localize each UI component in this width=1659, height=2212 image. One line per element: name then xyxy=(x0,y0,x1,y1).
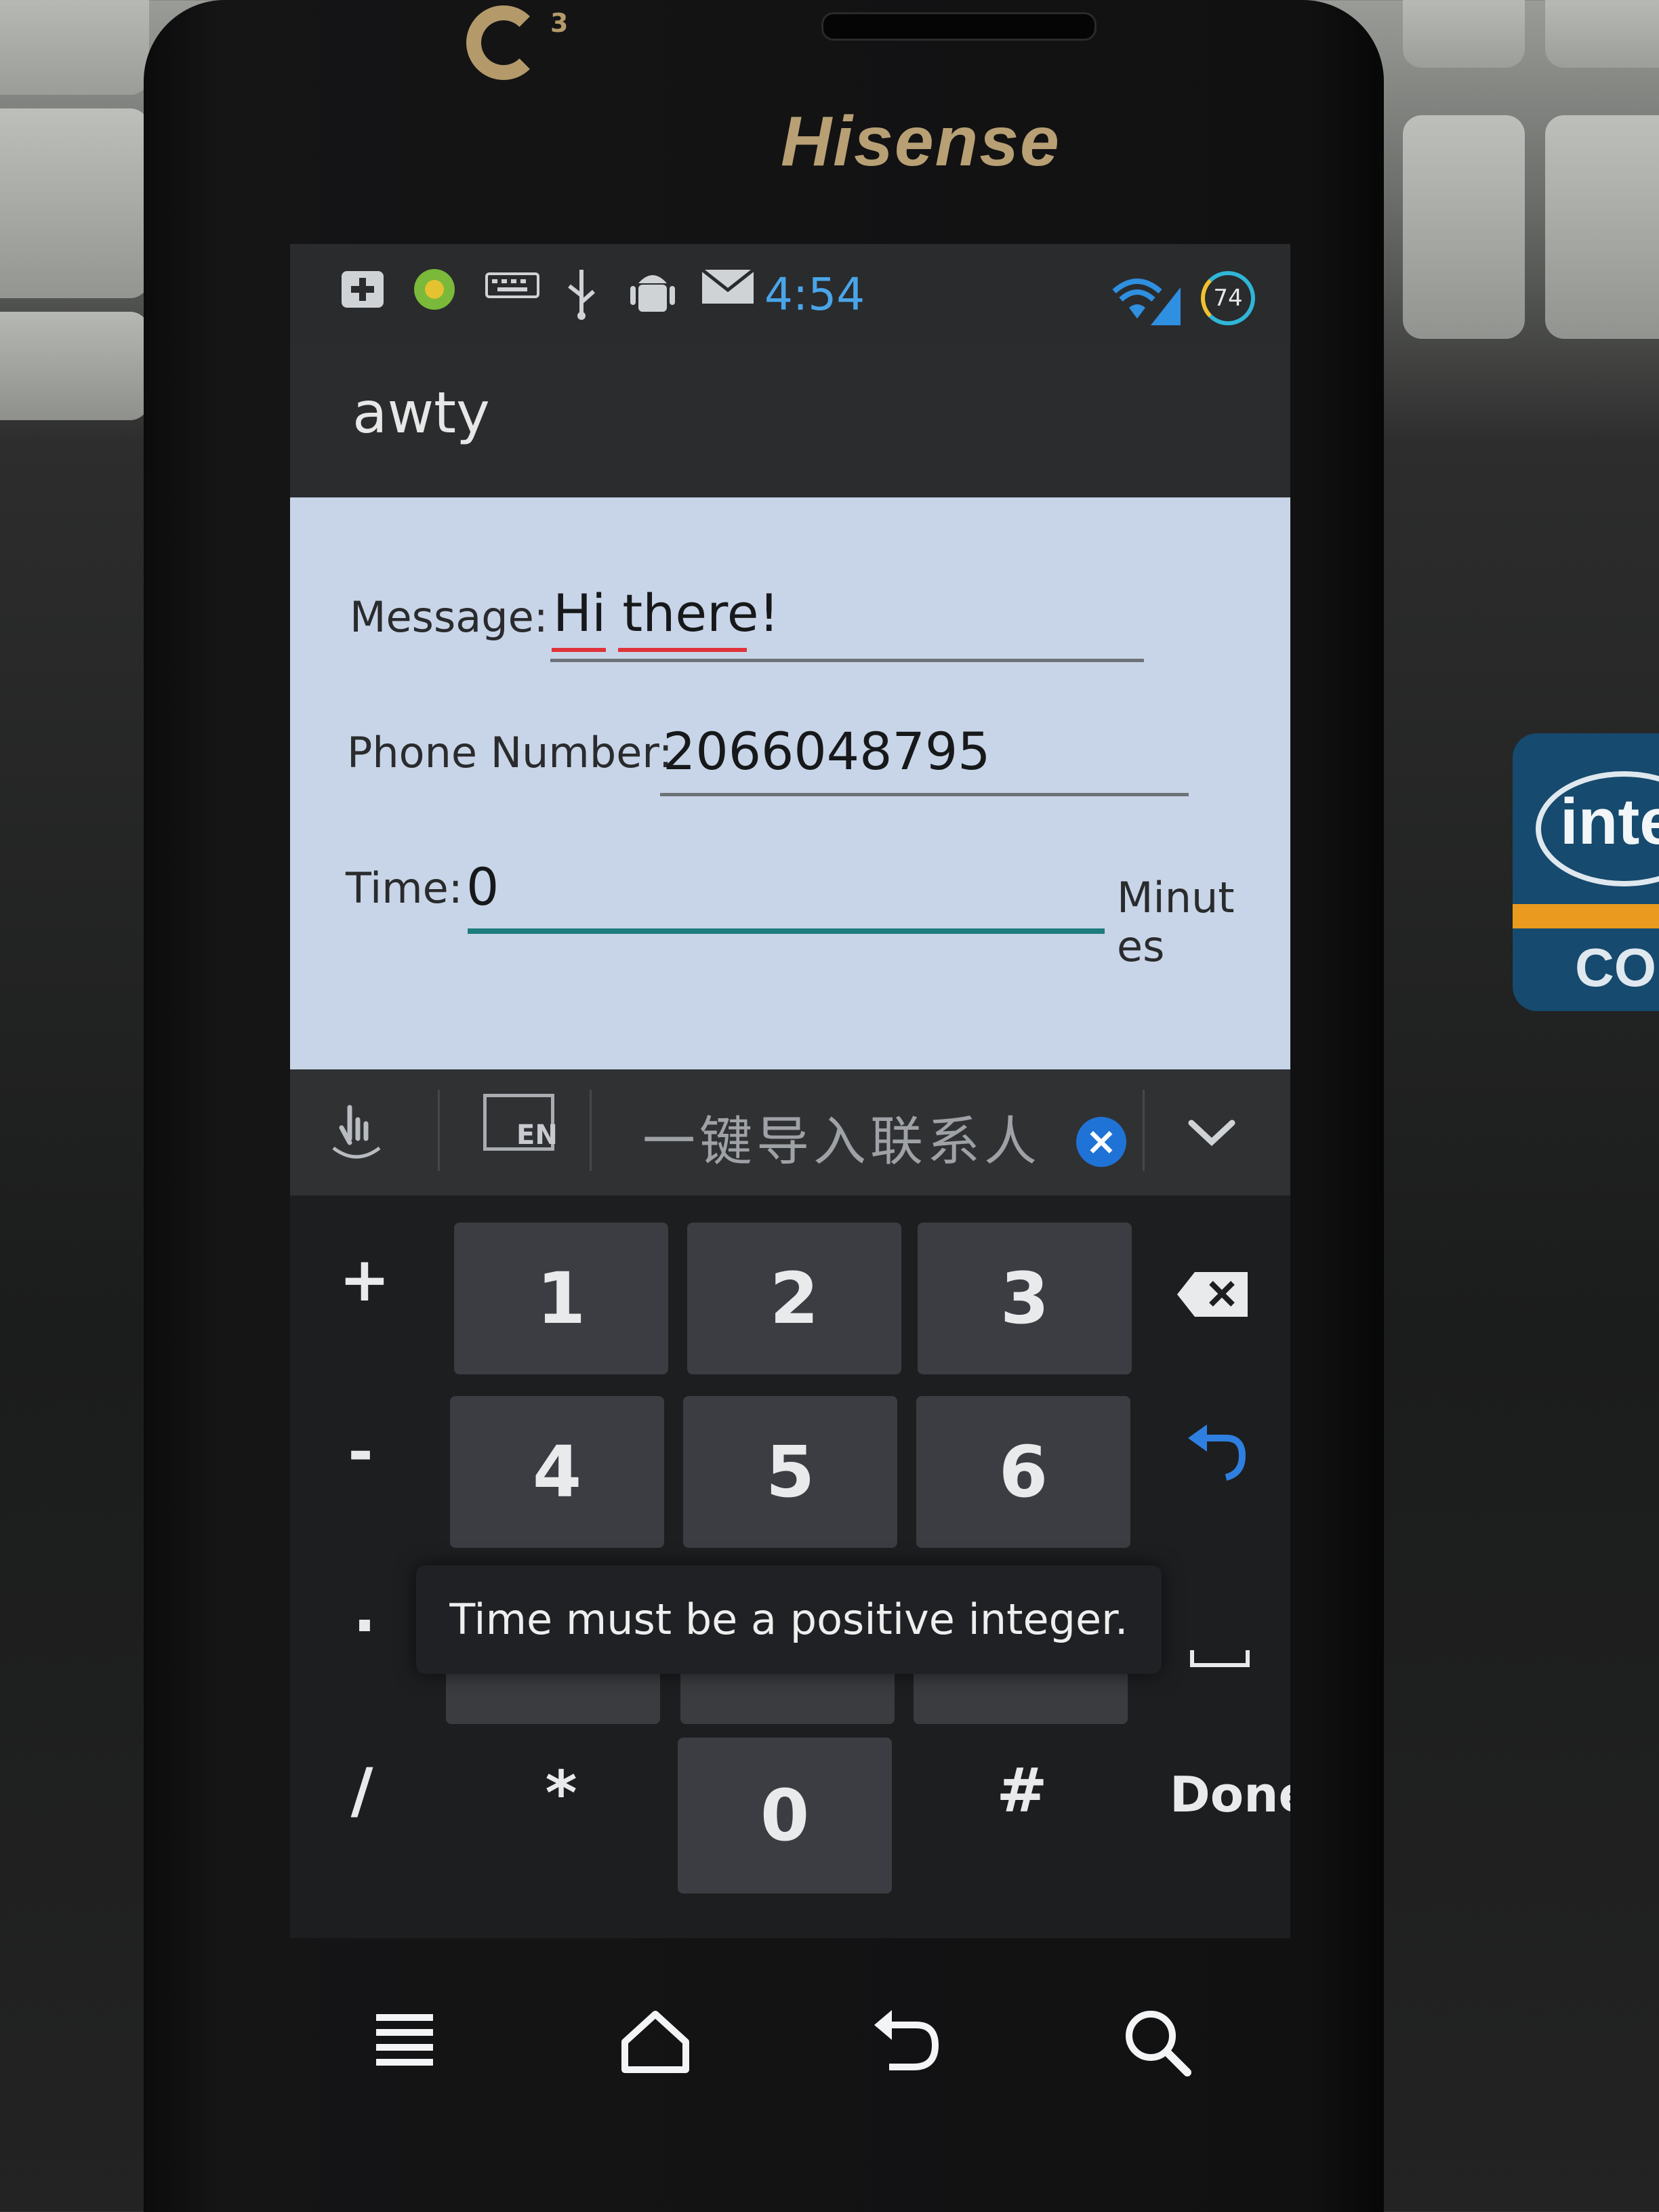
message-input[interactable]: Hi there! xyxy=(553,583,779,643)
background-keycap xyxy=(1545,0,1659,68)
spellcheck-underline xyxy=(552,648,606,652)
intel-bar xyxy=(1513,904,1659,928)
message-label: Message: xyxy=(350,592,548,642)
handwriting-icon[interactable] xyxy=(323,1101,390,1182)
error-toast: Time must be a positive integer. xyxy=(416,1565,1162,1674)
background-keycap xyxy=(0,108,149,298)
app-title-bar: awty xyxy=(290,344,1290,497)
phone-number-input-underline xyxy=(660,793,1189,796)
space-icon[interactable] xyxy=(1186,1616,1254,1687)
time-input-underline xyxy=(468,928,1105,934)
battery-icon: 74 xyxy=(1201,271,1255,325)
background-keycap xyxy=(0,312,149,420)
back-icon[interactable] xyxy=(869,2005,943,2079)
intel-core: COR xyxy=(1575,937,1659,998)
carrier-logo-sup: 3 xyxy=(550,8,569,38)
key-3[interactable]: 3 xyxy=(918,1223,1132,1374)
ime-separator xyxy=(590,1090,592,1171)
background-keycap xyxy=(1403,0,1525,68)
background-keycap xyxy=(1403,115,1525,339)
backspace-icon[interactable] xyxy=(1172,1262,1254,1333)
phone-number-label: Phone Number: xyxy=(347,728,673,777)
close-suggestion-icon[interactable]: × xyxy=(1076,1117,1126,1167)
hardware-nav-bar xyxy=(144,1930,1384,2133)
brand-logo: Hisense xyxy=(781,102,1061,181)
message-input-underline xyxy=(550,659,1144,662)
background-keycap xyxy=(0,0,149,95)
key-5[interactable]: 5 xyxy=(683,1396,897,1548)
usb-icon xyxy=(561,266,602,333)
key-0[interactable]: 0 xyxy=(678,1738,892,1893)
menu-icon[interactable] xyxy=(367,2005,442,2079)
cell-signal-icon xyxy=(1151,287,1181,325)
ime-toolbar: EN 一键导入联系人 × xyxy=(290,1069,1290,1197)
spellcheck-underline xyxy=(618,648,747,652)
key-2[interactable]: 2 xyxy=(687,1223,901,1374)
key-4[interactable]: 4 xyxy=(450,1396,664,1548)
key-1[interactable]: 1 xyxy=(454,1223,668,1374)
status-bar: 4:54 74 xyxy=(290,244,1290,344)
ime-separator xyxy=(438,1090,440,1171)
dot-key[interactable]: . xyxy=(317,1575,412,1646)
done-button[interactable]: Done xyxy=(1170,1766,1290,1823)
wifi-icon xyxy=(1110,274,1185,328)
earpiece-speaker xyxy=(821,12,1097,41)
ime-separator xyxy=(1143,1090,1145,1171)
plus-key[interactable]: + xyxy=(317,1244,412,1315)
android-debug-icon xyxy=(629,266,676,333)
mail-icon xyxy=(701,266,755,320)
status-time: 4:54 xyxy=(764,268,865,321)
key-6[interactable]: 6 xyxy=(916,1396,1130,1548)
time-label: Time: xyxy=(346,863,463,913)
chevron-down-icon[interactable] xyxy=(1185,1107,1239,1164)
home-icon[interactable] xyxy=(618,2005,693,2079)
slash-key[interactable]: / xyxy=(314,1755,409,1826)
lang-switch-icon[interactable]: EN xyxy=(483,1094,558,1151)
time-input[interactable]: 0 xyxy=(466,857,499,917)
search-icon[interactable] xyxy=(1120,2005,1194,2079)
phone-number-input[interactable]: 2066048795 xyxy=(663,721,991,781)
minus-key[interactable]: - xyxy=(313,1416,408,1488)
star-key[interactable]: * xyxy=(514,1758,609,1829)
add-notification-icon xyxy=(339,266,386,327)
minutes-label-line1: Minut xyxy=(1117,873,1235,922)
form-area: Message: Hi there! Phone Number: 2066048… xyxy=(290,497,1290,1069)
carrier-logo-icon xyxy=(466,5,541,80)
hash-key[interactable]: # xyxy=(975,1755,1069,1826)
keyboard-icon xyxy=(485,266,539,320)
enter-return-icon[interactable] xyxy=(1182,1423,1250,1499)
background-keycap xyxy=(1545,115,1659,339)
app-title: awty xyxy=(352,380,490,446)
minutes-label-line2: es xyxy=(1117,922,1165,971)
import-contacts-suggestion[interactable]: 一键导入联系人 xyxy=(642,1099,1041,1175)
app-notification-icon xyxy=(411,266,458,327)
phone-screen: 4:54 74 awty Message: Hi there! Phone Nu… xyxy=(290,244,1290,1938)
intel-word: intel xyxy=(1560,785,1659,858)
intel-sticker: intel COR xyxy=(1513,733,1659,1011)
